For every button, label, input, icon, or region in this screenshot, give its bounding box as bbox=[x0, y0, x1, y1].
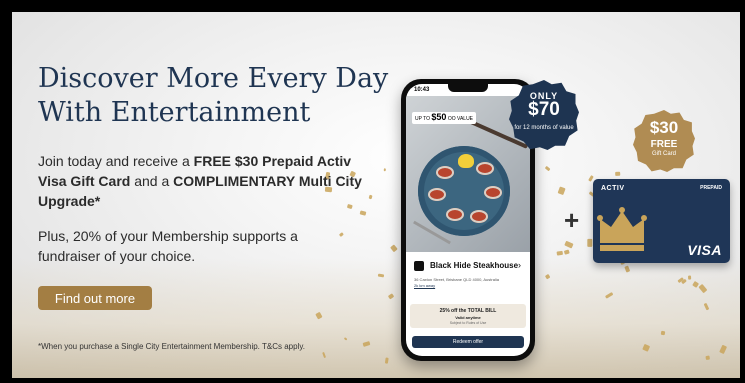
visa-logo: VISA bbox=[687, 242, 722, 258]
offer-terms: Subject to Rules of Use bbox=[449, 321, 487, 325]
oyster-image bbox=[476, 162, 494, 175]
value-prefix: UP TO bbox=[415, 116, 431, 122]
glitter-background bbox=[12, 258, 740, 378]
offer-validity: Valid anytime bbox=[455, 315, 481, 320]
venue-distance: 2k km away bbox=[414, 283, 436, 288]
headline-line-2: With Entertainment bbox=[38, 97, 311, 128]
confetti-flake bbox=[687, 275, 691, 279]
confetti-flake bbox=[564, 241, 574, 249]
venue-logo-icon bbox=[414, 261, 424, 271]
oyster-image bbox=[484, 186, 502, 199]
confetti-flake bbox=[660, 330, 666, 335]
offer-text-1: Join today and receive a bbox=[38, 153, 194, 169]
price-badge-caption: for 12 months of value bbox=[514, 125, 574, 131]
gift-badge-caption: Gift Card bbox=[651, 151, 676, 157]
confetti-flake bbox=[556, 251, 563, 256]
confetti-flake bbox=[587, 239, 593, 247]
offer-description: Join today and receive a FREE $30 Prepai… bbox=[38, 151, 368, 211]
fundraiser-text: Plus, 20% of your Membership supports a … bbox=[38, 228, 298, 264]
phone-screen: 10:43 UP TO $50 OO VALUE Black Hide Stea… bbox=[406, 84, 530, 356]
oyster-image bbox=[446, 208, 464, 221]
oyster-image bbox=[428, 188, 446, 201]
gift-badge-amount: $30 bbox=[649, 118, 679, 137]
venue-address: 36 Caxton Street, Brisbane QLD 4000, Aus… bbox=[414, 277, 499, 282]
headline: Discover More Every Day With Entertainme… bbox=[38, 62, 398, 130]
confetti-flake bbox=[383, 168, 386, 173]
confetti-flake bbox=[557, 186, 566, 196]
card-brand: ACTIV bbox=[601, 185, 625, 192]
confetti-flake bbox=[384, 357, 389, 364]
plus-icon: + bbox=[564, 205, 580, 235]
offer-box: 25% off the TOTAL BILL Valid anytime Sub… bbox=[410, 304, 526, 328]
confetti-flake bbox=[615, 172, 621, 177]
redeem-offer-button[interactable]: Redeem offer bbox=[412, 336, 524, 348]
confetti-flake bbox=[544, 165, 551, 172]
value-badge: UP TO $50 OO VALUE bbox=[412, 112, 477, 124]
venue-card[interactable]: Black Hide Steakhouse › 36 Caxton Street… bbox=[406, 252, 530, 300]
confetti-flake bbox=[368, 194, 373, 200]
gift-badge-free: FREE bbox=[650, 139, 678, 150]
offer-text-2: and a bbox=[130, 173, 174, 189]
gift-card-badge: $30 FREE Gift Card bbox=[633, 110, 695, 172]
promo-banner: Discover More Every Day With Entertainme… bbox=[12, 12, 740, 378]
footnote: *When you purchase a Single City Enterta… bbox=[38, 342, 305, 351]
headline-line-1: Discover More Every Day bbox=[38, 63, 389, 94]
offer-title: 25% off the TOTAL BILL bbox=[439, 308, 497, 314]
oyster-image bbox=[436, 166, 454, 179]
visa-gift-card: ACTIV PREPAID VISA bbox=[593, 179, 730, 263]
find-out-more-button[interactable]: Find out more bbox=[38, 286, 152, 310]
lemon-image bbox=[458, 154, 474, 168]
price-badge-price: $70 bbox=[528, 99, 560, 120]
venue-name: Black Hide Steakhouse bbox=[430, 261, 519, 270]
value-suffix: OO VALUE bbox=[447, 116, 474, 122]
chevron-right-icon: › bbox=[518, 260, 521, 270]
crown-icon bbox=[597, 207, 647, 251]
phone-notch bbox=[448, 84, 488, 92]
confetti-flake bbox=[390, 244, 399, 253]
card-type: PREPAID bbox=[700, 185, 722, 191]
banner-frame: Discover More Every Day With Entertainme… bbox=[0, 0, 745, 383]
oyster-image bbox=[470, 210, 488, 223]
status-time: 10:43 bbox=[414, 87, 430, 93]
value-amount: $50 bbox=[431, 112, 447, 122]
confetti-flake bbox=[563, 249, 570, 255]
